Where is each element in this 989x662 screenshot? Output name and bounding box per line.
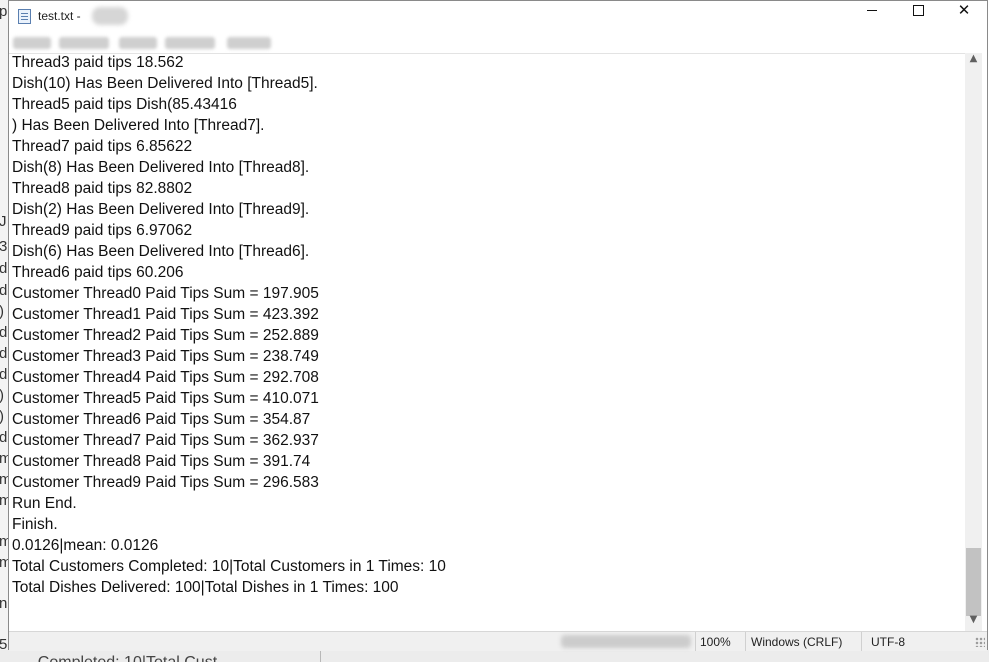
maximize-button[interactable]: [895, 1, 941, 33]
menu-item-redacted[interactable]: [13, 37, 51, 49]
text-line: ) Has Been Delivered Into [Thread7].: [12, 117, 265, 134]
redacted-title-region: [92, 7, 128, 25]
scroll-up-arrow-icon[interactable]: ▲: [965, 53, 982, 70]
text-line: Dish(8) Has Been Delivered Into [Thread8…: [12, 159, 310, 176]
window-title: test.txt -: [38, 9, 81, 23]
title-bar[interactable]: test.txt - ✕: [9, 1, 987, 33]
text-line: Dish(2) Has Been Delivered Into [Thread9…: [12, 201, 310, 218]
notepad-window: test.txt - ✕ Thread3 paid tips 18.562 Dis…: [8, 0, 988, 651]
background-text: ... Completed: 10|Total Cust...: [20, 654, 230, 662]
status-divider: [695, 632, 696, 651]
text-line: Thread3 paid tips 18.562: [12, 54, 184, 71]
text-line: Customer Thread3 Paid Tips Sum = 238.749: [12, 348, 319, 365]
resize-grip-icon[interactable]: [975, 637, 985, 647]
minimize-button[interactable]: [849, 1, 895, 33]
encoding: UTF-8: [871, 635, 905, 649]
text-line: Customer Thread2 Paid Tips Sum = 252.889: [12, 327, 319, 344]
menu-item-redacted[interactable]: [165, 37, 215, 49]
status-divider: [861, 632, 862, 651]
redacted-status-region: [561, 635, 691, 648]
text-line: Total Customers Completed: 10|Total Cust…: [12, 558, 446, 575]
text-line: Thread9 paid tips 6.97062: [12, 222, 193, 239]
menu-bar: [9, 33, 987, 53]
close-button[interactable]: ✕: [941, 1, 987, 33]
text-line: Customer Thread9 Paid Tips Sum = 296.583: [12, 474, 319, 491]
status-divider: [745, 632, 746, 651]
menu-item-redacted[interactable]: [119, 37, 157, 49]
text-editor-area[interactable]: Thread3 paid tips 18.562 Dish(10) Has Bee…: [9, 53, 965, 632]
text-line: Thread5 paid tips Dish(85.43416: [12, 96, 237, 113]
text-line: Dish(10) Has Been Delivered Into [Thread…: [12, 75, 318, 92]
line-ending: Windows (CRLF): [751, 635, 843, 649]
zoom-level: 100%: [700, 635, 731, 649]
background-divider: [320, 650, 321, 662]
text-line: Finish.: [12, 516, 58, 533]
scroll-down-arrow-icon[interactable]: ▼: [965, 614, 982, 631]
menu-item-redacted[interactable]: [59, 37, 109, 49]
text-line: Thread6 paid tips 60.206: [12, 264, 184, 281]
scrollbar-thumb[interactable]: [966, 548, 981, 616]
text-line: Customer Thread6 Paid Tips Sum = 354.87: [12, 411, 311, 428]
close-icon: ✕: [957, 1, 971, 19]
text-line: Customer Thread1 Paid Tips Sum = 423.392: [12, 306, 319, 323]
text-line: Total Dishes Delivered: 100|Total Dishes…: [12, 579, 399, 596]
text-line: Customer Thread7 Paid Tips Sum = 362.937: [12, 432, 319, 449]
text-line: Customer Thread0 Paid Tips Sum = 197.905: [12, 285, 319, 302]
text-line: Thread8 paid tips 82.8802: [12, 180, 193, 197]
maximize-icon: [912, 5, 924, 16]
background-window-bottom: ... Completed: 10|Total Cust...: [0, 650, 989, 662]
text-line: Customer Thread5 Paid Tips Sum = 410.071: [12, 390, 319, 407]
minimize-icon: [867, 10, 877, 11]
text-line: Dish(6) Has Been Delivered Into [Thread6…: [12, 243, 310, 260]
status-bar: 100% Windows (CRLF) UTF-8: [9, 631, 987, 651]
vertical-scrollbar[interactable]: ▲ ▼: [965, 53, 982, 631]
text-line: 0.0126|mean: 0.0126: [12, 537, 159, 554]
notepad-app-icon: [18, 9, 31, 24]
text-line: Run End.: [12, 495, 77, 512]
menu-item-redacted[interactable]: [227, 37, 271, 49]
text-line: Customer Thread4 Paid Tips Sum = 292.708: [12, 369, 319, 386]
text-line: Customer Thread8 Paid Tips Sum = 391.74: [12, 453, 311, 470]
text-line: Thread7 paid tips 6.85622: [12, 138, 193, 155]
